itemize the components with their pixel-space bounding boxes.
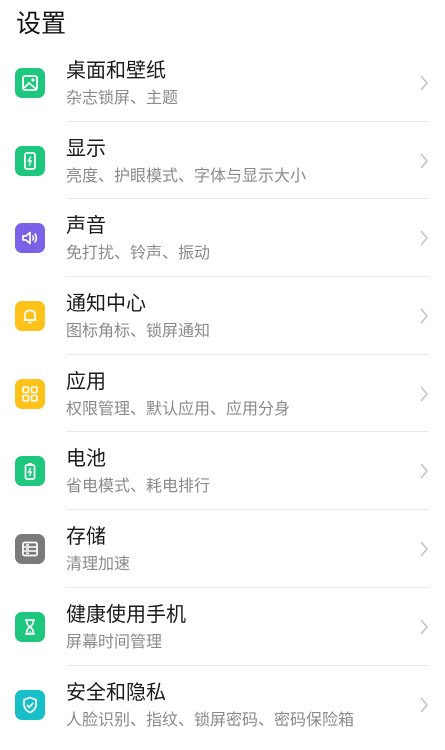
settings-item-title: 声音 (66, 213, 106, 238)
chevron-right-icon (419, 229, 429, 247)
hourglass-icon (15, 611, 45, 642)
settings-item-title: 存储 (66, 524, 106, 549)
settings-item-title: 通知中心 (66, 291, 146, 316)
chevron-right-icon (419, 696, 429, 714)
chevron-right-icon (419, 540, 429, 558)
settings-item-display[interactable]: 显示 亮度、护眼模式、字体与显示大小 (0, 122, 445, 200)
settings-item-title: 应用 (66, 368, 106, 393)
settings-item-storage[interactable]: 存储 清理加速 (0, 510, 445, 588)
chevron-right-icon (419, 385, 429, 403)
settings-item-battery[interactable]: 电池 省电模式、耗电排行 (0, 432, 445, 511)
apps-grid-icon (15, 378, 45, 409)
chevron-right-icon (419, 74, 429, 92)
settings-item-title: 安全和隐私 (66, 679, 166, 704)
shield-check-icon (15, 689, 45, 720)
settings-item-title: 桌面和壁纸 (66, 58, 166, 82)
settings-list: 桌面和壁纸 杂志锁屏、主题 显示 亮度、护眼模式、字体与显示大小 声音 免打扰、… (0, 44, 445, 743)
settings-item-security-privacy[interactable]: 安全和隐私 人脸识别、指纹、锁屏密码、密码保险箱 (0, 666, 445, 744)
display-icon (15, 145, 45, 176)
settings-item-sound[interactable]: 声音 免打扰、铃声、振动 (0, 199, 445, 278)
settings-item-title: 健康使用手机 (66, 601, 186, 626)
settings-item-subtitle: 省电模式、耗电排行 (66, 476, 211, 496)
settings-item-notifications[interactable]: 通知中心 图标角标、锁屏通知 (0, 277, 445, 355)
speaker-icon (15, 223, 45, 254)
chevron-right-icon (419, 307, 429, 325)
chevron-right-icon (419, 152, 429, 170)
settings-item-apps[interactable]: 应用 权限管理、默认应用、应用分身 (0, 355, 445, 433)
storage-icon (15, 534, 45, 565)
settings-item-subtitle: 屏幕时间管理 (66, 631, 163, 651)
settings-item-title: 电池 (66, 446, 106, 471)
settings-item-subtitle: 亮度、护眼模式、字体与显示大小 (66, 165, 307, 185)
settings-item-wallpaper[interactable]: 桌面和壁纸 杂志锁屏、主题 (0, 44, 445, 122)
chevron-right-icon (419, 462, 429, 480)
settings-item-subtitle: 人脸识别、指纹、锁屏密码、密码保险箱 (66, 709, 355, 729)
settings-item-digital-balance[interactable]: 健康使用手机 屏幕时间管理 (0, 588, 445, 666)
wallpaper-icon (15, 68, 45, 98)
settings-item-subtitle: 杂志锁屏、主题 (66, 88, 179, 107)
settings-item-subtitle: 免打扰、铃声、振动 (66, 243, 211, 263)
settings-item-subtitle: 清理加速 (66, 554, 131, 574)
bell-icon (15, 301, 45, 332)
page-title: 设置 (16, 9, 67, 38)
battery-icon (15, 456, 45, 487)
settings-item-subtitle: 图标角标、锁屏通知 (66, 321, 211, 341)
settings-item-subtitle: 权限管理、默认应用、应用分身 (66, 398, 291, 418)
chevron-right-icon (419, 618, 429, 636)
settings-item-title: 显示 (66, 135, 106, 160)
